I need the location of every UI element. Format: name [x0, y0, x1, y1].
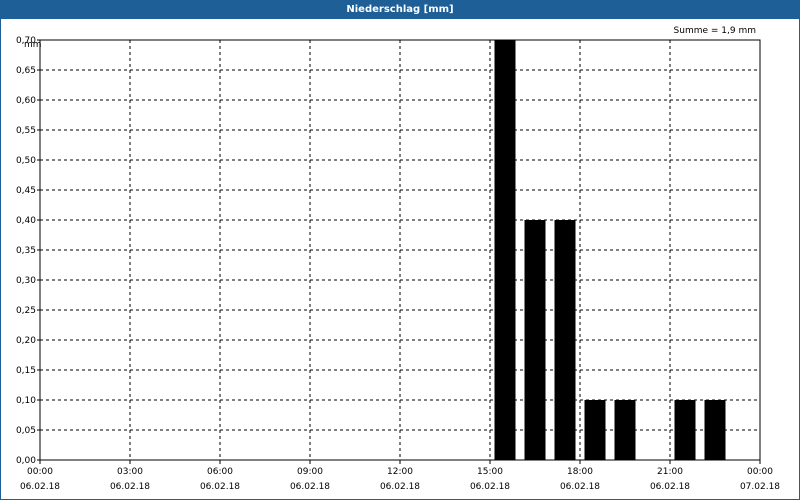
- x-tick-date-label: 06.02.18: [200, 482, 240, 492]
- y-tick-label: 0,20: [16, 336, 36, 346]
- x-tick-date-label: 06.02.18: [380, 482, 420, 492]
- y-tick-label: 0,25: [16, 306, 36, 316]
- y-tick-label: 0,15: [16, 366, 36, 376]
- x-tick-time-label: 15:00: [477, 467, 503, 477]
- y-tick-label: 0,30: [16, 276, 36, 286]
- x-tick-time-label: 12:00: [387, 467, 413, 477]
- precipitation-bar: [524, 220, 546, 460]
- x-tick-date-label: 06.02.18: [110, 482, 150, 492]
- x-tick-time-label: 00:00: [747, 467, 773, 477]
- sum-annotation: Summe = 1,9 mm: [674, 26, 756, 36]
- precipitation-bar: [494, 40, 516, 460]
- y-tick-label: 0,35: [16, 246, 36, 256]
- x-tick-time-label: 00:00: [27, 467, 53, 477]
- x-tick-time-label: 09:00: [297, 467, 323, 477]
- y-tick-label: 0,65: [16, 66, 36, 76]
- x-tick-date-label: 06.02.18: [560, 482, 600, 492]
- x-tick-time-label: 21:00: [657, 467, 683, 477]
- x-tick-date-label: 06.02.18: [20, 482, 60, 492]
- x-tick-date-label: 06.02.18: [290, 482, 330, 492]
- x-tick-date-label: 06.02.18: [470, 482, 510, 492]
- x-tick-time-label: 03:00: [117, 467, 143, 477]
- y-tick-label: 0,50: [16, 156, 36, 166]
- chart-title: Niederschlag [mm]: [1, 1, 799, 19]
- precipitation-bar: [554, 220, 576, 460]
- y-tick-label: 0,40: [16, 216, 36, 226]
- x-tick-date-label: 07.02.18: [740, 482, 780, 492]
- precipitation-bar: [614, 400, 636, 460]
- precipitation-bar: [674, 400, 696, 460]
- y-tick-label: 0,00: [16, 456, 36, 466]
- y-tick-label: 0,70: [16, 36, 36, 46]
- y-tick-label: 0,60: [16, 96, 36, 106]
- y-tick-label: 0,55: [16, 126, 36, 136]
- precipitation-chart: mm Summe = 1,9 mm 0,000,050,100,150,200,…: [16, 26, 780, 492]
- chart-window: Niederschlag [mm] mm Summe = 1,9 mm 0,00…: [0, 0, 800, 500]
- precipitation-bar: [704, 400, 726, 460]
- y-tick-label: 0,45: [16, 186, 36, 196]
- x-tick-date-label: 06.02.18: [650, 482, 690, 492]
- x-tick-time-label: 18:00: [567, 467, 593, 477]
- precipitation-bar: [584, 400, 606, 460]
- y-tick-label: 0,10: [16, 396, 36, 406]
- x-tick-time-label: 06:00: [207, 467, 233, 477]
- y-tick-label: 0,05: [16, 426, 36, 436]
